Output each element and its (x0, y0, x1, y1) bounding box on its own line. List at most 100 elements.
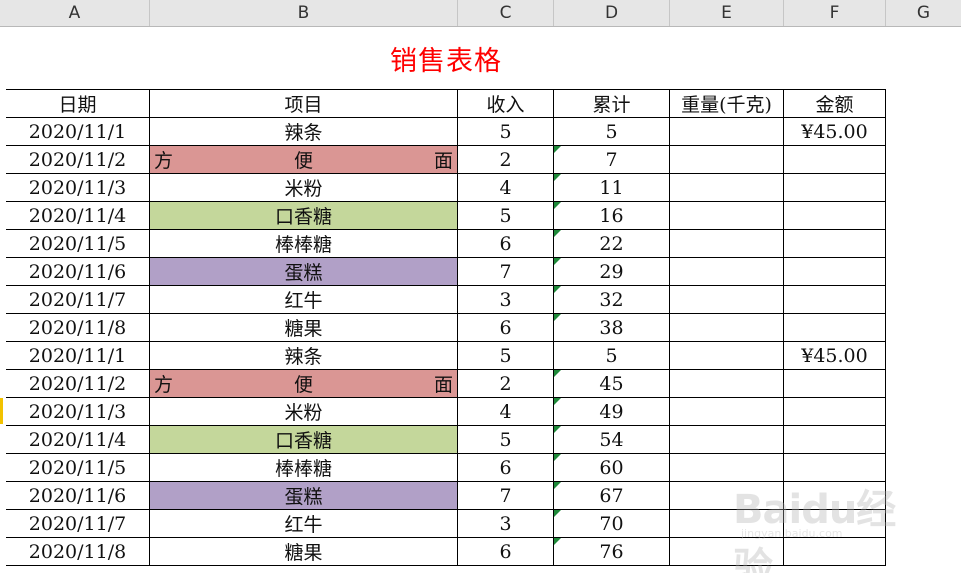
income-cell[interactable]: 5 (458, 342, 554, 370)
item-cell[interactable]: 方便面 (150, 146, 458, 174)
income-cell[interactable]: 2 (458, 146, 554, 174)
total-cell[interactable]: 38 (554, 314, 670, 342)
income-cell[interactable]: 3 (458, 286, 554, 314)
amount-cell[interactable] (784, 202, 886, 230)
header-cell-weight[interactable]: 重量(千克) (670, 90, 784, 118)
total-cell[interactable]: 29 (554, 258, 670, 286)
income-cell[interactable]: 5 (458, 118, 554, 146)
weight-cell[interactable] (670, 118, 784, 146)
amount-cell[interactable] (784, 482, 886, 510)
income-cell[interactable]: 6 (458, 454, 554, 482)
item-cell[interactable]: 糖果 (150, 538, 458, 566)
item-cell[interactable]: 蛋糕 (150, 258, 458, 286)
item-cell[interactable]: 米粉 (150, 174, 458, 202)
weight-cell[interactable] (670, 454, 784, 482)
amount-cell[interactable] (784, 314, 886, 342)
item-cell[interactable]: 棒棒糖 (150, 454, 458, 482)
income-cell[interactable]: 5 (458, 202, 554, 230)
weight-cell[interactable] (670, 342, 784, 370)
total-cell[interactable]: 5 (554, 342, 670, 370)
weight-cell[interactable] (670, 286, 784, 314)
column-header-e[interactable]: E (670, 0, 784, 26)
weight-cell[interactable] (670, 482, 784, 510)
weight-cell[interactable] (670, 146, 784, 174)
total-cell[interactable]: 22 (554, 230, 670, 258)
amount-cell[interactable] (784, 174, 886, 202)
item-cell[interactable]: 方便面 (150, 370, 458, 398)
total-cell[interactable]: 5 (554, 118, 670, 146)
column-header-c[interactable]: C (458, 0, 554, 26)
total-cell[interactable]: 32 (554, 286, 670, 314)
income-cell[interactable]: 7 (458, 482, 554, 510)
income-cell[interactable]: 3 (458, 510, 554, 538)
date-cell[interactable]: 2020/11/6 (6, 258, 150, 286)
weight-cell[interactable] (670, 174, 784, 202)
header-cell-total[interactable]: 累计 (554, 90, 670, 118)
total-cell[interactable]: 54 (554, 426, 670, 454)
date-cell[interactable]: 2020/11/7 (6, 510, 150, 538)
amount-cell[interactable] (784, 370, 886, 398)
header-cell-date[interactable]: 日期 (6, 90, 150, 118)
amount-cell[interactable] (784, 398, 886, 426)
date-cell[interactable]: 2020/11/7 (6, 286, 150, 314)
weight-cell[interactable] (670, 202, 784, 230)
header-cell-income[interactable]: 收入 (458, 90, 554, 118)
total-cell[interactable]: 11 (554, 174, 670, 202)
income-cell[interactable]: 4 (458, 398, 554, 426)
income-cell[interactable]: 6 (458, 230, 554, 258)
item-cell[interactable]: 糖果 (150, 314, 458, 342)
date-cell[interactable]: 2020/11/3 (6, 174, 150, 202)
income-cell[interactable]: 6 (458, 538, 554, 566)
total-cell[interactable]: 16 (554, 202, 670, 230)
amount-cell[interactable] (784, 426, 886, 454)
amount-cell[interactable]: ¥45.00 (784, 118, 886, 146)
weight-cell[interactable] (670, 314, 784, 342)
weight-cell[interactable] (670, 426, 784, 454)
amount-cell[interactable] (784, 230, 886, 258)
item-cell[interactable]: 蛋糕 (150, 482, 458, 510)
amount-cell[interactable] (784, 146, 886, 174)
total-cell[interactable]: 7 (554, 146, 670, 174)
date-cell[interactable]: 2020/11/2 (6, 146, 150, 174)
item-cell[interactable]: 棒棒糖 (150, 230, 458, 258)
column-header-g[interactable]: G (886, 0, 961, 26)
amount-cell[interactable] (784, 538, 886, 566)
date-cell[interactable]: 2020/11/4 (6, 426, 150, 454)
amount-cell[interactable] (784, 286, 886, 314)
total-cell[interactable]: 70 (554, 510, 670, 538)
item-cell[interactable]: 辣条 (150, 342, 458, 370)
header-cell-item[interactable]: 项目 (150, 90, 458, 118)
date-cell[interactable]: 2020/11/3 (6, 398, 150, 426)
date-cell[interactable]: 2020/11/4 (6, 202, 150, 230)
date-cell[interactable]: 2020/11/8 (6, 538, 150, 566)
amount-cell[interactable] (784, 258, 886, 286)
header-cell-amount[interactable]: 金额 (784, 90, 886, 118)
weight-cell[interactable] (670, 538, 784, 566)
weight-cell[interactable] (670, 510, 784, 538)
amount-cell[interactable]: ¥45.00 (784, 342, 886, 370)
total-cell[interactable]: 60 (554, 454, 670, 482)
amount-cell[interactable] (784, 454, 886, 482)
date-cell[interactable]: 2020/11/1 (6, 342, 150, 370)
column-header-d[interactable]: D (554, 0, 670, 26)
income-cell[interactable]: 4 (458, 174, 554, 202)
income-cell[interactable]: 6 (458, 314, 554, 342)
date-cell[interactable]: 2020/11/1 (6, 118, 150, 146)
weight-cell[interactable] (670, 398, 784, 426)
total-cell[interactable]: 76 (554, 538, 670, 566)
item-cell[interactable]: 口香糖 (150, 426, 458, 454)
date-cell[interactable]: 2020/11/2 (6, 370, 150, 398)
weight-cell[interactable] (670, 370, 784, 398)
date-cell[interactable]: 2020/11/5 (6, 230, 150, 258)
amount-cell[interactable] (784, 510, 886, 538)
item-cell[interactable]: 米粉 (150, 398, 458, 426)
column-header-a[interactable]: A (0, 0, 150, 26)
item-cell[interactable]: 红牛 (150, 286, 458, 314)
total-cell[interactable]: 45 (554, 370, 670, 398)
item-cell[interactable]: 辣条 (150, 118, 458, 146)
income-cell[interactable]: 2 (458, 370, 554, 398)
weight-cell[interactable] (670, 258, 784, 286)
total-cell[interactable]: 67 (554, 482, 670, 510)
date-cell[interactable]: 2020/11/8 (6, 314, 150, 342)
column-header-f[interactable]: F (784, 0, 886, 26)
